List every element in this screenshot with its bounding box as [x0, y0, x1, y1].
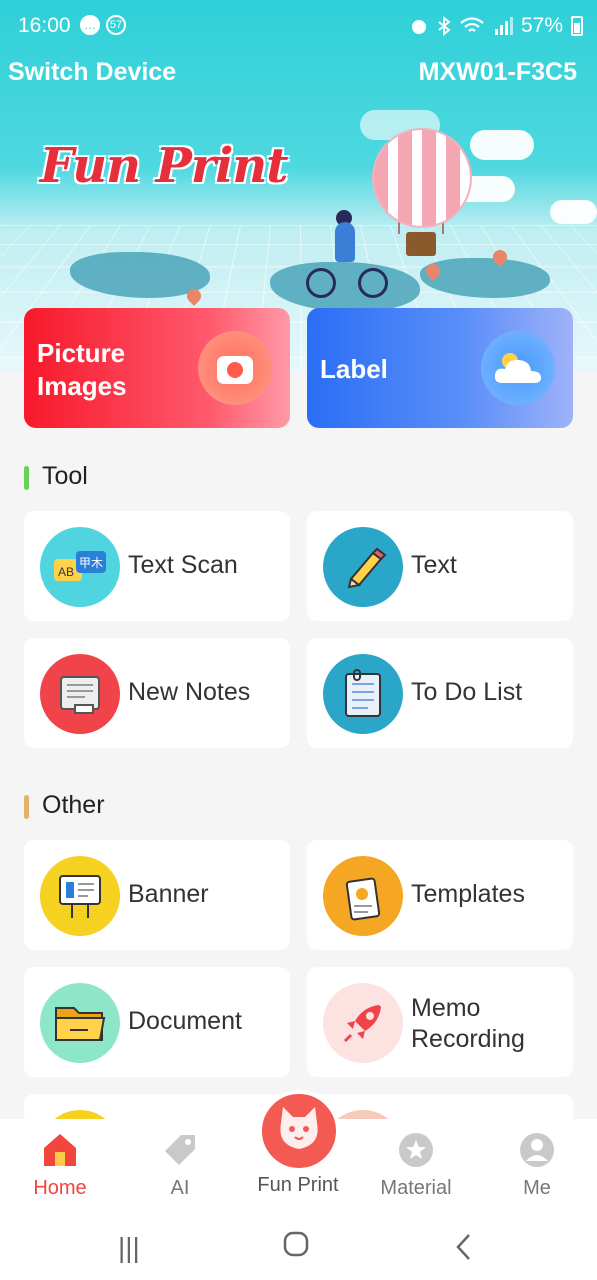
- tool-section-label: Tool: [42, 462, 88, 490]
- document-card[interactable]: Document: [24, 967, 290, 1077]
- hot-air-balloon-icon: [372, 128, 472, 228]
- battery-icon: [571, 16, 583, 36]
- notes-icon: [40, 654, 120, 734]
- svg-text:AB: AB: [58, 565, 74, 579]
- new-notes-card[interactable]: New Notes: [24, 638, 290, 748]
- signal-icon: [494, 17, 513, 35]
- text-scan-icon: AB 甲木: [40, 527, 120, 607]
- cloud-decoration: [550, 200, 597, 224]
- text-card[interactable]: Text: [307, 511, 573, 621]
- pencil-icon: [323, 527, 403, 607]
- cat-icon: [280, 1107, 318, 1149]
- nav-ai[interactable]: AI: [130, 1119, 230, 1214]
- templates-label: Templates: [411, 880, 525, 908]
- cloud-decoration: [470, 130, 534, 160]
- alarm-icon: [411, 20, 426, 34]
- tag-icon: [161, 1131, 199, 1169]
- other-section-label: Other: [42, 791, 105, 819]
- new-notes-label: New Notes: [128, 678, 251, 706]
- status-bar: 16:00 … 57 57%: [0, 0, 597, 52]
- star-badge-icon: [397, 1131, 435, 1169]
- picture-images-label-line2: Images: [37, 371, 127, 401]
- picture-images-card[interactable]: Picture Images: [24, 308, 290, 428]
- memo-recording-label-line1: Memo: [411, 994, 481, 1022]
- nav-material-label: Material: [380, 1177, 452, 1199]
- home-icon: [41, 1131, 79, 1169]
- bicycle-wheel: [306, 268, 336, 298]
- fun-print-logo: Fun Print: [40, 138, 288, 194]
- rocket-icon: [323, 983, 403, 1063]
- fun-print-label: Fun Print: [257, 1174, 339, 1196]
- document-label: Document: [128, 1007, 242, 1035]
- nav-me[interactable]: Me: [487, 1119, 587, 1214]
- templates-card[interactable]: Templates: [307, 840, 573, 950]
- cloud-icon: [481, 331, 555, 405]
- other-section-accent: [24, 795, 29, 819]
- device-id[interactable]: MXW01-F3C5: [419, 58, 577, 87]
- label-card-label: Label: [320, 354, 388, 384]
- bicycle-icon: [306, 256, 390, 298]
- tool-section-accent: [24, 466, 29, 490]
- svg-text:甲木: 甲木: [79, 556, 103, 570]
- bicycle-wheel: [358, 268, 388, 298]
- memo-recording-card[interactable]: Memo Recording: [307, 967, 573, 1077]
- banner-label: Banner: [128, 880, 209, 908]
- camera-icon: [198, 331, 272, 405]
- nav-ai-label: AI: [170, 1177, 190, 1199]
- folder-icon: [40, 983, 120, 1063]
- switch-device-button[interactable]: Switch Device: [8, 58, 176, 87]
- person-icon: [518, 1131, 556, 1169]
- home-system-button[interactable]: [282, 1230, 310, 1265]
- label-card[interactable]: Label: [307, 308, 573, 428]
- top-bar: Switch Device MXW01-F3C5: [0, 58, 597, 94]
- battery-percent: 57%: [520, 14, 563, 37]
- templates-icon: [323, 856, 403, 936]
- other-section-title: Other: [24, 791, 105, 820]
- back-button[interactable]: [454, 1232, 474, 1269]
- nav-home[interactable]: Home: [10, 1119, 110, 1214]
- status-time: 16:00: [18, 14, 71, 37]
- banner-card[interactable]: Banner: [24, 840, 290, 950]
- notification-count-badge: 57: [106, 15, 126, 35]
- nav-home-label: Home: [33, 1177, 87, 1199]
- balloon-basket: [406, 232, 436, 256]
- memo-recording-label: Memo Recording: [411, 993, 525, 1055]
- fun-print-button[interactable]: [258, 1090, 340, 1172]
- bluetooth-icon: [438, 16, 451, 36]
- todo-list-icon: [323, 654, 403, 734]
- to-do-list-label: To Do List: [411, 678, 523, 706]
- nav-material[interactable]: Material: [366, 1119, 466, 1214]
- tool-section-title: Tool: [24, 462, 88, 491]
- nav-me-label: Me: [523, 1177, 551, 1199]
- wifi-icon: [460, 17, 484, 32]
- to-do-list-card[interactable]: To Do List: [307, 638, 573, 748]
- recent-apps-button[interactable]: |||: [118, 1232, 140, 1264]
- text-scan-card[interactable]: AB 甲木 Text Scan: [24, 511, 290, 621]
- text-label: Text: [411, 551, 457, 579]
- banner-icon: [40, 856, 120, 936]
- system-navigation-bar: |||: [0, 1214, 597, 1280]
- picture-images-label-line1: Picture: [37, 338, 126, 368]
- chat-notification-icon: …: [80, 15, 100, 35]
- text-scan-label: Text Scan: [128, 551, 238, 579]
- memo-recording-label-line2: Recording: [411, 1025, 525, 1053]
